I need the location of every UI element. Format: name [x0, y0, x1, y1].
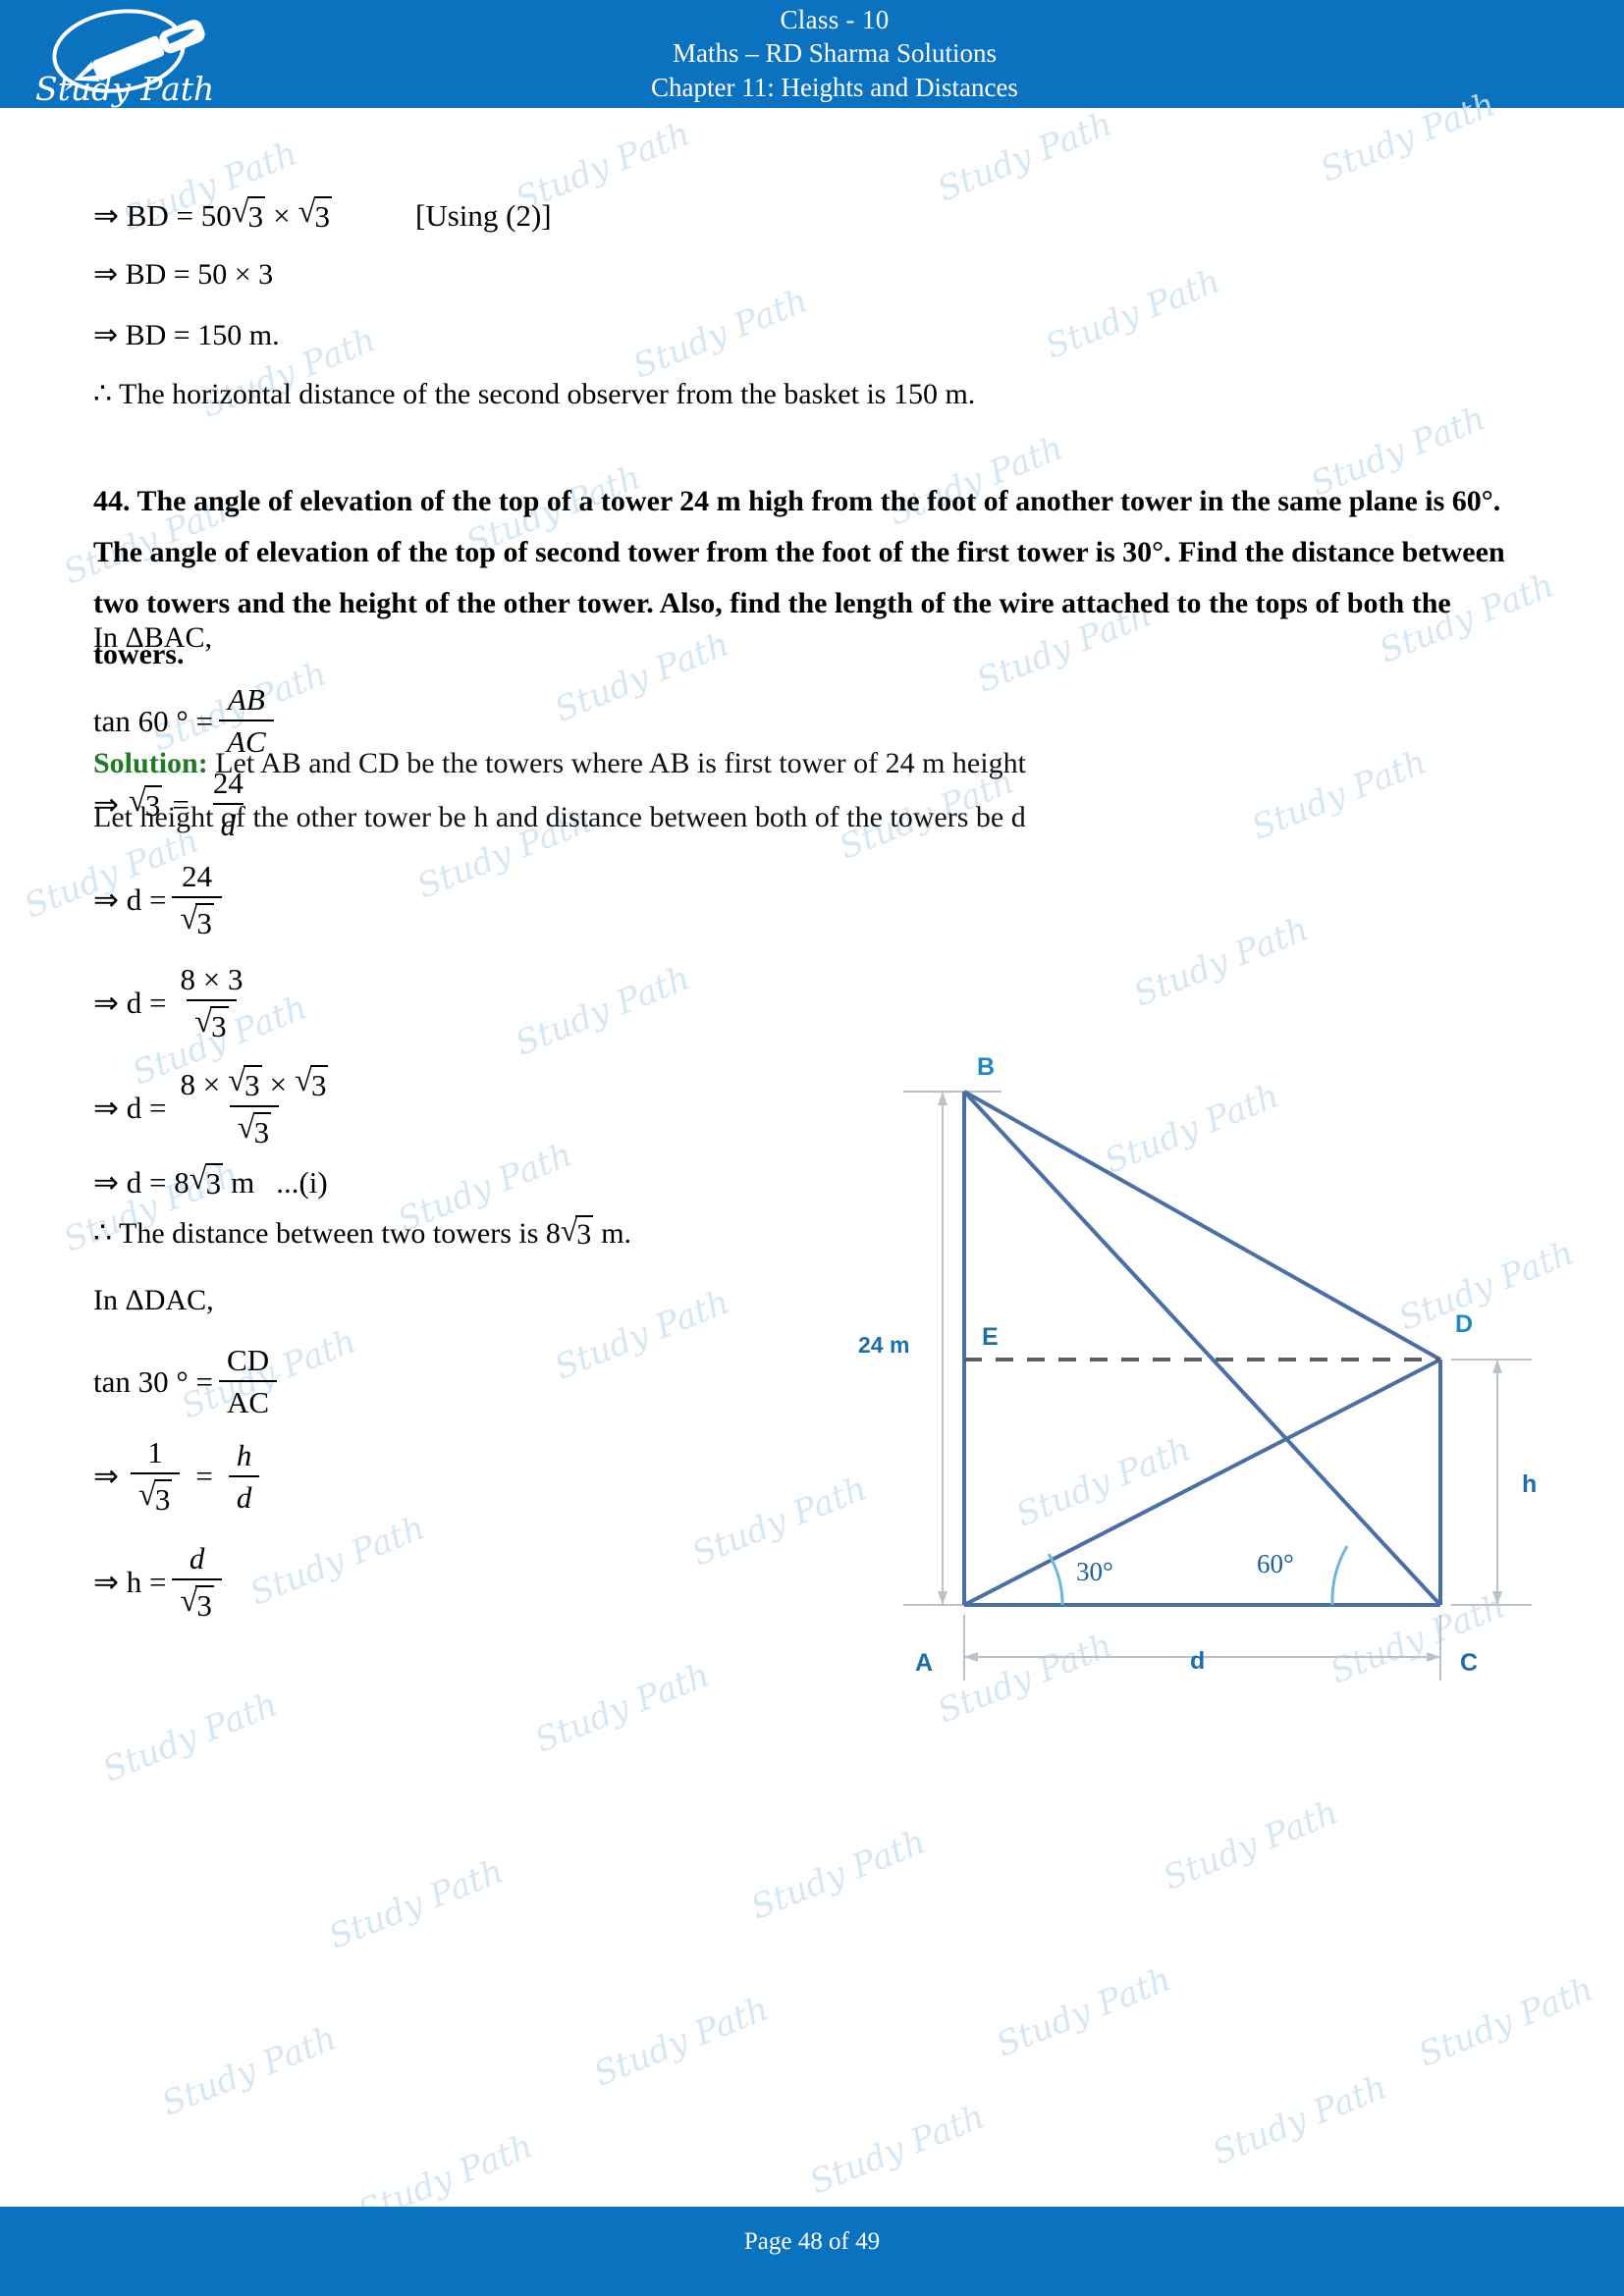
header-class: Class - 10 — [780, 4, 890, 34]
logo-wordmark: Study Path — [35, 70, 214, 108]
fraction-8x3-root3: 8 × 3 √ 3 — [180, 962, 244, 1043]
angle-label-30: 30° — [1076, 1557, 1113, 1586]
fraction-d-root3: d √ 3 — [172, 1541, 222, 1624]
heading-triangle-dac: In ΔDAC, — [93, 1284, 214, 1316]
equation-h-d-root3: ⇒ h = d √ 3 — [93, 1541, 228, 1624]
equation-d-8x3-root3: ⇒ d = 8 × 3 √ 3 — [93, 962, 256, 1044]
vertex-label-a: A — [915, 1649, 933, 1677]
sqrt-icon: √ 3 — [237, 1110, 272, 1149]
equation-tan60: tan 60 ° = AB AC — [93, 682, 280, 760]
sqrt-icon: √ 3 — [560, 1213, 594, 1251]
sqrt-icon: √ 3 — [228, 1063, 262, 1102]
sqrt-icon: √ 3 — [194, 1004, 229, 1043]
document-content: ⇒ BD = 50 √ 3 × √ 3 [Using (2)] ⇒ BD = 50 … — [0, 108, 1624, 2207]
fraction-h-d: h d — [228, 1438, 260, 1516]
dim-arrow-h-up — [1492, 1360, 1502, 1373]
fraction-8-root3-root3-over-root3: 8 × √ 3 × √ 3 √ 3 — [180, 1063, 329, 1149]
equation-1-root3-h-d: ⇒ 1 √ 3 = h d — [93, 1435, 265, 1518]
header-subject: Maths – RD Sharma Solutions — [672, 37, 997, 68]
angle-arc-60 — [1330, 1545, 1349, 1606]
equation-tan30: tan 30 ° = CD AC — [93, 1343, 283, 1420]
sqrt-icon: √ 3 — [180, 901, 214, 940]
segment-bc — [962, 1090, 1442, 1607]
solution-line-1: Solution: Let AB and CD be the towers wh… — [93, 736, 1517, 790]
study-path-logo: Study Path — [26, 6, 242, 108]
towers-diagram: 24 m 30° 60° B A C D E h d — [844, 1021, 1571, 1688]
solution-text-1: Let AB and CD be the towers where AB is … — [207, 747, 1026, 779]
equation-root3-24-d: ⇒ √ 3 = 24 d — [93, 766, 257, 843]
sqrt-icon: √ 3 — [298, 194, 333, 234]
segment-bd-wire — [963, 1090, 1441, 1362]
header-chapter: Chapter 11: Heights and Distances — [651, 72, 1018, 102]
step-bd-1: ⇒ BD = 50 √ 3 × √ 3 [Using (2)] — [93, 194, 552, 234]
fraction-ab-ac: AB AC — [219, 682, 274, 760]
label-d: d — [1190, 1647, 1205, 1675]
question-text: The angle of elevation of the top of a t… — [93, 485, 1505, 670]
page-body: Study Path Study Path Study Path Study P… — [0, 84, 1624, 2231]
towers-diagram-svg: 24 m 30° 60° B A C D E h d — [858, 1053, 1537, 1681]
label-h: h — [1522, 1470, 1537, 1498]
sqrt-icon: √ 3 — [189, 1161, 224, 1201]
sqrt-icon: √ 3 — [137, 1477, 173, 1517]
sqrt-icon: √ 3 — [180, 1583, 214, 1623]
equation-d-8root3: ⇒ d = 8 √ 3 m ...(i) — [93, 1161, 328, 1201]
question-number: 44. — [93, 485, 131, 517]
sqrt-icon: √ 3 — [128, 783, 163, 823]
header-title-group: Class - 10 Maths – RD Sharma Solutions C… — [295, 0, 1375, 108]
vertex-label-b: B — [977, 1053, 995, 1081]
dim-arrow-h-down — [1492, 1591, 1502, 1605]
equation-d-24-root3: ⇒ d = 24 √ 3 — [93, 859, 228, 941]
logo-graphic: Study Path — [35, 9, 214, 108]
vertex-label-e: E — [982, 1323, 999, 1351]
sqrt-icon: √ 3 — [295, 1063, 329, 1102]
vertex-label-c: C — [1460, 1649, 1478, 1677]
fraction-24-root3: 24 √ 3 — [172, 859, 222, 941]
conclusion-distance-towers: ∴ The distance between two towers is 8 √… — [93, 1213, 632, 1251]
solution-block: Solution: Let AB and CD be the towers wh… — [93, 736, 1517, 844]
segment-ad — [963, 1358, 1441, 1607]
page-number-text: Page 48 of 49 — [743, 2228, 881, 2255]
dim-arrow-up — [938, 1092, 947, 1105]
sqrt-icon: √ 3 — [231, 194, 266, 234]
angle-label-60: 60° — [1257, 1549, 1294, 1578]
solution-line-2: Let height of the other tower be h and d… — [93, 801, 1026, 833]
fraction-1-root3: 1 √ 3 — [130, 1435, 181, 1518]
fraction-24-d: 24 d — [212, 766, 244, 842]
equation-d-8rr-root3: ⇒ d = 8 × √ 3 × √ 3 √ 3 — [93, 1065, 342, 1150]
vertex-label-d: D — [1455, 1310, 1473, 1338]
heading-triangle-bac: In ΔBAC, — [93, 621, 212, 654]
page-footer: Page 48 of 49 — [0, 2207, 1624, 2296]
fraction-cd-ac: CD AC — [219, 1343, 278, 1420]
dim-arrow-d-left — [964, 1652, 978, 1662]
page-header: Study Path Class - 10 Maths – RD Sharma … — [0, 0, 1624, 108]
conclusion-distance-basket: ∴ The horizontal distance of the second … — [93, 378, 976, 410]
step-bd-2: ⇒ BD = 50 × 3 — [93, 258, 274, 291]
equation-tag-i: ...(i) — [276, 1164, 328, 1200]
step-bd-3: ⇒ BD = 150 m. — [93, 319, 280, 351]
question-block: 44. The angle of elevation of the top of… — [93, 476, 1546, 680]
label-24m: 24 m — [858, 1332, 909, 1358]
using-note: [Using (2)] — [415, 197, 552, 233]
dim-arrow-down — [938, 1591, 947, 1605]
dim-arrow-d-right — [1427, 1652, 1440, 1662]
